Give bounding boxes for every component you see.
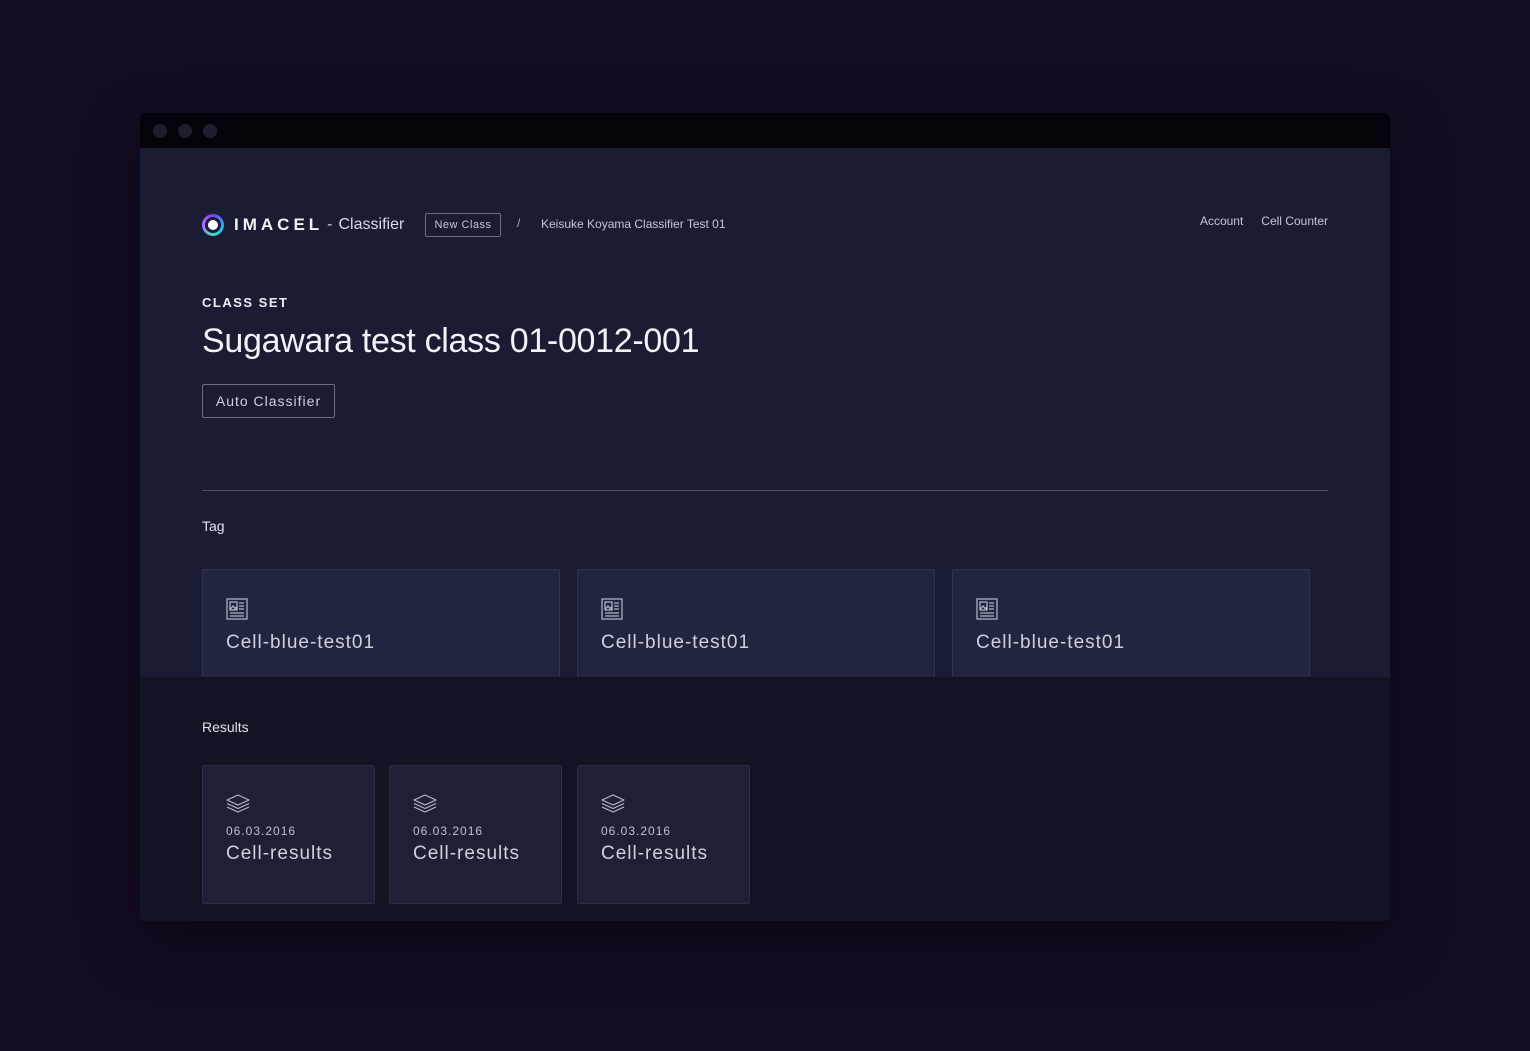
tag-section-label: Tag: [202, 518, 225, 534]
top-nav: Account Cell Counter: [1200, 214, 1328, 228]
window-minimize-dot[interactable]: [178, 124, 192, 138]
breadcrumb-separator: /: [517, 216, 521, 230]
result-date: 06.03.2016: [226, 824, 297, 838]
tag-card[interactable]: Cell-blue-test01: [577, 569, 935, 692]
tag-card[interactable]: Cell-blue-test01: [202, 569, 560, 692]
tag-name: Cell-blue-test01: [976, 632, 1126, 653]
result-card[interactable]: 06.03.2016 Cell-results: [577, 765, 750, 904]
browser-window: IMACEL - Classifier New Class / Keisuke …: [140, 113, 1390, 921]
window-titlebar: [140, 113, 1390, 148]
image-document-icon: [226, 598, 248, 625]
result-card[interactable]: 06.03.2016 Cell-results: [202, 765, 375, 904]
main-panel: IMACEL - Classifier New Class / Keisuke …: [140, 148, 1390, 692]
logo-separator: -: [327, 216, 333, 233]
image-document-icon: [976, 598, 998, 625]
result-date: 06.03.2016: [413, 824, 484, 838]
breadcrumb-current[interactable]: Keisuke Koyama Classifier Test 01: [541, 217, 726, 231]
class-set-overline: CLASS SET: [202, 295, 289, 310]
logo-ring-icon: [202, 214, 224, 236]
logo-product-text: Classifier: [338, 216, 405, 233]
tag-name: Cell-blue-test01: [601, 632, 751, 653]
result-name: Cell-results: [413, 843, 521, 864]
results-panel: Results 06.03.2016 Cell-results 06.03.20…: [140, 677, 1390, 921]
section-divider: [202, 490, 1328, 491]
nav-account-link[interactable]: Account: [1200, 214, 1243, 228]
tag-card[interactable]: Cell-blue-test01: [952, 569, 1310, 692]
result-name: Cell-results: [226, 843, 334, 864]
layers-icon: [601, 794, 625, 819]
results-section-label: Results: [202, 719, 249, 735]
window-close-dot[interactable]: [153, 124, 167, 138]
app-logo[interactable]: IMACEL - Classifier: [202, 210, 404, 240]
logo-brand-text: IMACEL: [234, 215, 324, 234]
nav-cell-counter-link[interactable]: Cell Counter: [1261, 214, 1328, 228]
layers-icon: [226, 794, 250, 819]
result-date: 06.03.2016: [601, 824, 672, 838]
page-title: Sugawara test class 01-0012-001: [202, 322, 700, 360]
new-class-button[interactable]: New Class: [425, 213, 501, 237]
auto-classifier-button[interactable]: Auto Classifier: [202, 384, 335, 418]
window-maximize-dot[interactable]: [203, 124, 217, 138]
tag-name: Cell-blue-test01: [226, 632, 376, 653]
result-name: Cell-results: [601, 843, 709, 864]
layers-icon: [413, 794, 437, 819]
image-document-icon: [601, 598, 623, 625]
result-card[interactable]: 06.03.2016 Cell-results: [389, 765, 562, 904]
